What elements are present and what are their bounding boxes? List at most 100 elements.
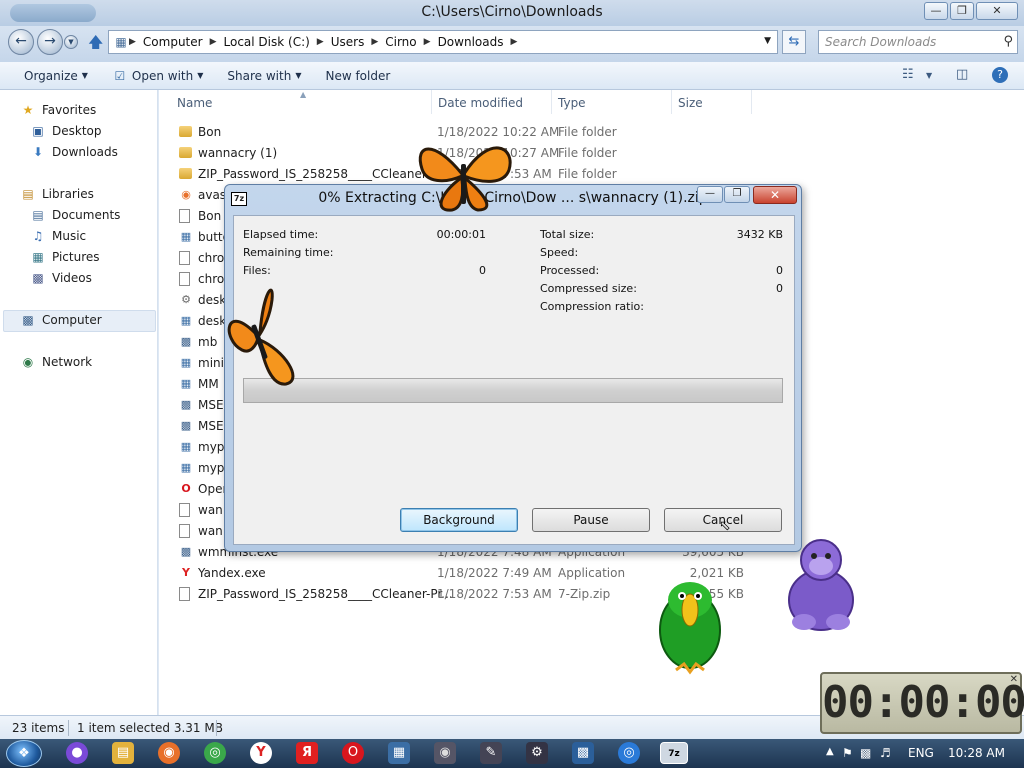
- view-dropdown-icon[interactable]: ▼: [926, 71, 932, 80]
- nav-music-label: Music: [52, 229, 87, 243]
- open-with-button[interactable]: ☑ Open with ▼: [100, 69, 215, 83]
- chrome-icon[interactable]: ◎: [204, 742, 226, 764]
- tray-expand-icon[interactable]: ▲: [826, 746, 834, 757]
- maximize-icon: ❐: [732, 188, 742, 199]
- language-indicator[interactable]: ENG: [908, 746, 934, 760]
- status-divider: [216, 720, 217, 736]
- nav-downloads[interactable]: ⬇ Downloads: [30, 145, 118, 159]
- app-icon: ▩: [180, 545, 192, 558]
- view-options-icon[interactable]: ☷: [902, 67, 914, 82]
- setup-icon: ▦: [180, 314, 192, 327]
- back-arrow-icon: ←: [15, 33, 27, 49]
- minimize-icon: —: [705, 188, 715, 199]
- up-folder-icon[interactable]: 🡅: [88, 32, 103, 57]
- breadcrumb-local-disk[interactable]: Local Disk (C:): [217, 35, 317, 49]
- nav-libraries[interactable]: ▤ Libraries: [20, 187, 94, 201]
- file-name: wannacry (1): [198, 146, 278, 160]
- pause-button[interactable]: Pause: [532, 508, 650, 532]
- extract-dialog: 7z 0% Extracting C:\Users\Cirno\Dow ... …: [224, 184, 802, 552]
- close-button[interactable]: ✕: [976, 2, 1018, 20]
- column-divider[interactable]: [551, 90, 552, 114]
- nav-videos[interactable]: ▩ Videos: [30, 271, 92, 285]
- new-folder-button[interactable]: New folder: [313, 69, 402, 83]
- file-type: File folder: [558, 146, 617, 160]
- file-name: Bon: [198, 209, 222, 223]
- dialog-maximize-button[interactable]: ❐: [724, 186, 750, 203]
- nav-pictures[interactable]: ▦ Pictures: [30, 250, 99, 264]
- dialog-close-button[interactable]: ✕: [753, 186, 797, 204]
- firefox-icon[interactable]: ◉: [158, 742, 180, 764]
- column-header-type[interactable]: Type: [558, 96, 586, 110]
- column-header-name[interactable]: Name: [177, 96, 212, 110]
- breadcrumb-cirno[interactable]: Cirno: [378, 35, 423, 49]
- recent-pages-button[interactable]: ▼: [64, 35, 78, 49]
- nav-documents[interactable]: ▤ Documents: [30, 208, 120, 222]
- background-button[interactable]: Background: [400, 508, 518, 532]
- tray-volume-icon[interactable]: ♬: [880, 746, 891, 760]
- refresh-button[interactable]: ⇆: [782, 30, 806, 54]
- gorilla-buddy-icon: [788, 539, 854, 631]
- breadcrumb-separator-icon: ▶: [423, 37, 431, 47]
- organize-button[interactable]: Organize ▼: [12, 69, 100, 83]
- breadcrumb-computer[interactable]: Computer: [136, 35, 210, 49]
- nav-libraries-label: Libraries: [42, 187, 94, 201]
- folder-icon: [179, 146, 193, 160]
- share-with-button[interactable]: Share with ▼: [215, 69, 313, 83]
- file-icon: [179, 524, 193, 538]
- setup-icon: ▦: [180, 377, 192, 390]
- computer-icon: ▦: [115, 35, 127, 49]
- minimize-button[interactable]: —: [924, 2, 948, 20]
- taskbar-clock[interactable]: 10:28 AM: [948, 746, 1005, 760]
- yandex-browser-icon[interactable]: Y: [250, 742, 272, 764]
- start-button[interactable]: ❖: [6, 740, 42, 767]
- total-size-label: Total size:: [540, 228, 595, 241]
- nav-computer[interactable]: ▩ Computer: [20, 313, 101, 327]
- app-taskbar-icon[interactable]: ◉: [434, 742, 456, 764]
- address-bar[interactable]: ▦ ▶ Computer ▶ Local Disk (C:) ▶ Users ▶…: [108, 30, 778, 54]
- downloads-folder-icon: ⬇: [32, 145, 44, 159]
- column-divider[interactable]: [431, 90, 432, 114]
- help-icon[interactable]: ?: [992, 67, 1008, 83]
- search-icon[interactable]: ⚲: [1003, 34, 1013, 49]
- tray-network-icon[interactable]: ▩: [860, 746, 871, 760]
- preview-pane-icon[interactable]: ◫: [956, 67, 968, 82]
- opera-icon[interactable]: O: [342, 742, 364, 764]
- dialog-minimize-button[interactable]: —: [697, 186, 723, 203]
- 7zip-taskbar-icon[interactable]: 7z: [660, 742, 688, 764]
- new-folder-label: New folder: [325, 68, 391, 83]
- column-divider[interactable]: [671, 90, 672, 114]
- status-divider: [68, 720, 69, 736]
- computer-icon: ▩: [22, 313, 34, 327]
- address-dropdown-icon[interactable]: ▼: [764, 36, 771, 46]
- forward-arrow-icon: →: [44, 33, 56, 49]
- yandex-icon[interactable]: Я: [296, 742, 318, 764]
- minimize-icon: —: [930, 4, 942, 17]
- nav-music[interactable]: ♫ Music: [30, 229, 87, 243]
- chevron-down-icon: ▼: [68, 38, 74, 46]
- browser-taskbar-icon[interactable]: ◎: [618, 742, 640, 764]
- column-divider[interactable]: [751, 90, 752, 114]
- tray-flag-icon[interactable]: ⚑: [842, 746, 853, 760]
- nav-network[interactable]: ◉ Network: [20, 355, 92, 369]
- navigation-pane: ★ Favorites ▣ Desktop ⬇ Downloads ▤ Librarie…: [0, 90, 158, 715]
- nav-favorites[interactable]: ★ Favorites: [20, 103, 97, 117]
- nav-desktop[interactable]: ▣ Desktop: [30, 124, 101, 138]
- alice-icon[interactable]: ●: [66, 742, 88, 764]
- maximize-button[interactable]: ❐: [950, 2, 974, 20]
- back-button[interactable]: ←: [8, 29, 34, 55]
- nav-downloads-label: Downloads: [52, 145, 118, 159]
- monitor-taskbar-icon[interactable]: ▩: [572, 742, 594, 764]
- close-icon[interactable]: ✕: [1010, 675, 1018, 685]
- forward-button[interactable]: →: [37, 29, 63, 55]
- column-header-date[interactable]: Date modified: [438, 96, 523, 110]
- explorer-taskbar-icon[interactable]: ▤: [112, 742, 134, 764]
- search-input[interactable]: Search Downloads ⚲: [818, 30, 1018, 54]
- documents-icon: ▤: [32, 208, 44, 222]
- tool-taskbar-icon[interactable]: ✎: [480, 742, 502, 764]
- network-taskbar-icon[interactable]: ⚙: [526, 742, 548, 764]
- file-name: ZIP_Password_IS_258258____CCleaner-Pr...: [198, 587, 453, 601]
- column-header-size[interactable]: Size: [678, 96, 703, 110]
- setup-taskbar-icon[interactable]: ▦: [388, 742, 410, 764]
- breadcrumb-users[interactable]: Users: [324, 35, 372, 49]
- breadcrumb-downloads[interactable]: Downloads: [431, 35, 511, 49]
